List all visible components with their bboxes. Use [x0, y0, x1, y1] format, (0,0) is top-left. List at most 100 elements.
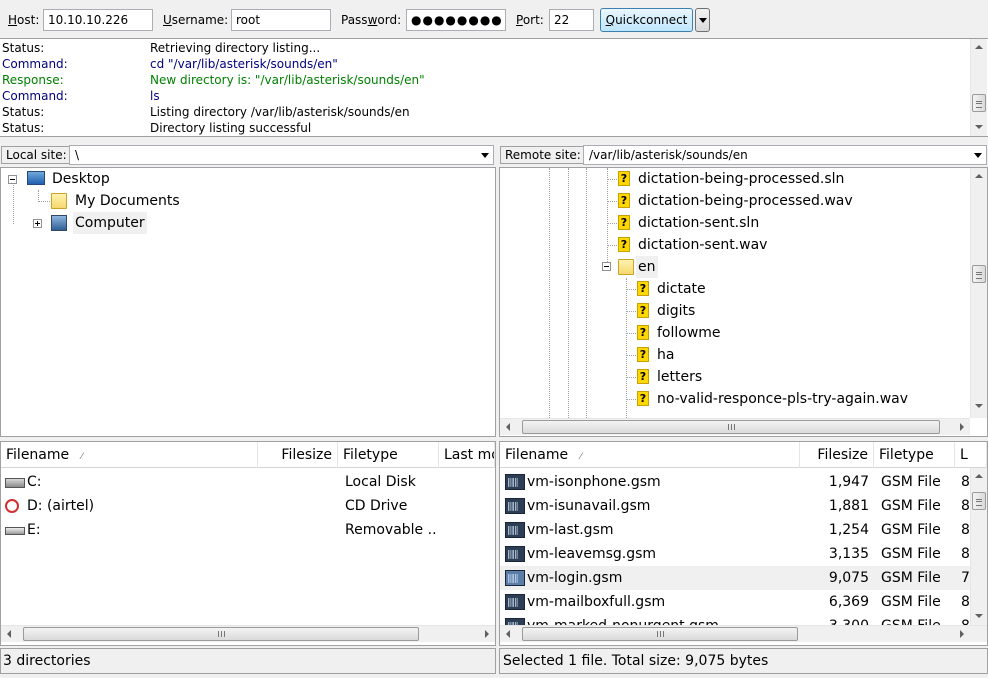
tree-file-label: dictation-being-processed.wav	[638, 193, 853, 209]
log-scroll-thumb[interactable]	[972, 94, 986, 112]
remote-tree-vscroll-thumb[interactable]	[972, 265, 986, 283]
scroll-up-arrow-icon[interactable]	[971, 168, 987, 185]
remote-file-row[interactable]: vm-leavemsg.gsm3,135GSM File8	[500, 542, 970, 567]
remote-file-list-header: Filename ⁄ Filesize Filetype L	[500, 442, 987, 468]
scroll-left-arrow-icon[interactable]	[1, 626, 18, 642]
port-input[interactable]	[549, 9, 594, 31]
tree-label-desktop: Desktop	[52, 171, 110, 187]
file-name: vm-login.gsm	[527, 570, 623, 586]
remote-file-row[interactable]: vm-login.gsm9,075GSM File7	[500, 566, 970, 591]
cd-drive-icon	[5, 499, 19, 513]
scroll-up-arrow-icon[interactable]	[971, 39, 987, 56]
remote-directory-tree: ? dictation-being-processed.sln? dictation…	[499, 167, 988, 437]
file-type: GSM File	[881, 474, 941, 490]
column-header-last-modified[interactable]: Last mo	[439, 442, 495, 468]
scroll-down-arrow-icon[interactable]	[971, 119, 987, 136]
log-line-type: Status:	[2, 41, 45, 55]
file-type: GSM File	[881, 546, 941, 562]
file-type: GSM File	[881, 570, 941, 586]
remote-file-row[interactable]: vm-isonphone.gsm1,947GSM File8	[500, 470, 970, 495]
column-header-filename[interactable]: Filename ⁄	[1, 442, 258, 468]
remote-tree-vscrollbar[interactable]	[970, 168, 987, 418]
remote-site-bar: Remote site: /var/lib/asterisk/sounds/en	[499, 141, 988, 167]
tree-file-label: dictation-sent.sln	[638, 215, 760, 231]
audio-waveform-icon	[505, 495, 525, 519]
scroll-right-arrow-icon[interactable]	[953, 626, 970, 642]
file-type: Removable ...	[345, 522, 437, 538]
scroll-left-arrow-icon[interactable]	[500, 626, 517, 642]
scroll-down-arrow-icon[interactable]	[971, 608, 987, 625]
chevron-down-icon[interactable]	[481, 153, 489, 158]
tree-file-label: letters	[657, 369, 703, 385]
remote-file-vscroll-thumb[interactable]	[972, 492, 986, 510]
file-size: 6,369	[828, 594, 869, 610]
tree-file-label: followme	[657, 325, 721, 341]
column-header-filetype[interactable]: Filetype	[874, 442, 955, 468]
removable-drive-icon	[5, 527, 25, 535]
remote-file-row[interactable]: vm-mailboxfull.gsm6,369GSM File8	[500, 590, 970, 615]
local-file-row[interactable]: E: Removable ...	[1, 518, 495, 542]
local-file-row[interactable]: C: Local Disk	[1, 470, 495, 494]
file-size: 1,881	[828, 498, 869, 514]
file-size: 1,947	[828, 474, 869, 490]
quickconnect-bar: Host: Username: Password: Port: Quickcon…	[0, 0, 988, 39]
log-line-text: ls	[150, 89, 160, 103]
remote-file-row[interactable]: vm-last.gsm1,254GSM File8	[500, 518, 970, 543]
tree-label-my-documents: My Documents	[75, 193, 180, 209]
file-size: 1,254	[828, 522, 869, 538]
folder-icon	[51, 193, 67, 209]
scroll-right-arrow-icon[interactable]	[953, 419, 970, 435]
remote-file-row[interactable]: vm-isunavail.gsm1,881GSM File8	[500, 494, 970, 519]
column-header-last-modified[interactable]: L	[955, 442, 987, 468]
column-header-filename[interactable]: Filename ⁄	[500, 442, 800, 468]
column-header-filesize[interactable]: Filesize	[258, 442, 338, 468]
sort-ascending-icon: ⁄	[81, 452, 83, 462]
log-line-type: Response:	[2, 73, 64, 87]
file-name: D: (airtel)	[27, 498, 95, 514]
computer-icon	[51, 215, 67, 231]
file-name: vm-mailboxfull.gsm	[527, 594, 666, 610]
username-input[interactable]	[231, 9, 331, 31]
password-input[interactable]	[406, 9, 506, 31]
remote-file-hscrollbar[interactable]	[500, 625, 987, 642]
log-scrollbar[interactable]	[970, 39, 987, 136]
scroll-down-arrow-icon[interactable]	[971, 398, 987, 415]
remote-tree-hscrollbar[interactable]	[500, 418, 970, 435]
folder-open-icon	[618, 259, 634, 275]
log-line-type: Command:	[2, 89, 68, 103]
collapse-en-icon[interactable]	[602, 262, 611, 271]
chevron-down-icon[interactable]	[974, 153, 982, 158]
local-site-path: \	[75, 148, 80, 162]
log-line-text: Listing directory /var/lib/asterisk/soun…	[150, 105, 410, 119]
audio-waveform-icon	[505, 519, 525, 543]
file-name: vm-last.gsm	[527, 522, 614, 538]
log-line-text: Directory listing successful	[150, 121, 312, 135]
local-file-hscrollbar[interactable]	[1, 625, 495, 642]
unknown-file-icon: ?	[637, 391, 649, 406]
local-file-row[interactable]: D: (airtel) CD Drive	[1, 494, 495, 518]
collapse-desktop-icon[interactable]	[8, 175, 17, 184]
tree-file-label: dictation-sent.wav	[638, 237, 768, 253]
quickconnect-history-dropdown[interactable]	[695, 8, 710, 32]
audio-waveform-icon	[505, 591, 525, 615]
column-header-filetype[interactable]: Filetype	[338, 442, 439, 468]
host-label: Host:	[8, 13, 40, 27]
expand-computer-icon[interactable]	[33, 219, 42, 228]
remote-file-vscrollbar[interactable]	[970, 468, 987, 625]
quickconnect-button[interactable]: Quickconnect	[600, 8, 693, 32]
column-header-filesize[interactable]: Filesize	[800, 442, 874, 468]
local-site-label: Local site:	[1, 146, 72, 164]
host-input[interactable]	[43, 9, 153, 31]
scroll-up-arrow-icon[interactable]	[971, 468, 987, 485]
remote-site-path-combo[interactable]: /var/lib/asterisk/sounds/en	[583, 145, 987, 165]
scroll-left-arrow-icon[interactable]	[500, 419, 517, 435]
remote-file-hscroll-thumb[interactable]	[522, 627, 798, 641]
local-site-path-combo[interactable]: \	[69, 145, 494, 165]
remote-tree-hscroll-thumb[interactable]	[522, 420, 940, 434]
file-name: vm-leavemsg.gsm	[527, 546, 657, 562]
local-file-hscroll-thumb[interactable]	[23, 627, 419, 641]
file-size: 3,135	[828, 546, 869, 562]
scroll-right-arrow-icon[interactable]	[478, 626, 495, 642]
remote-site-label: Remote site:	[500, 146, 586, 164]
remote-file-list: Filename⁄ Filesize Filetype L vm-isonpho…	[499, 441, 988, 646]
